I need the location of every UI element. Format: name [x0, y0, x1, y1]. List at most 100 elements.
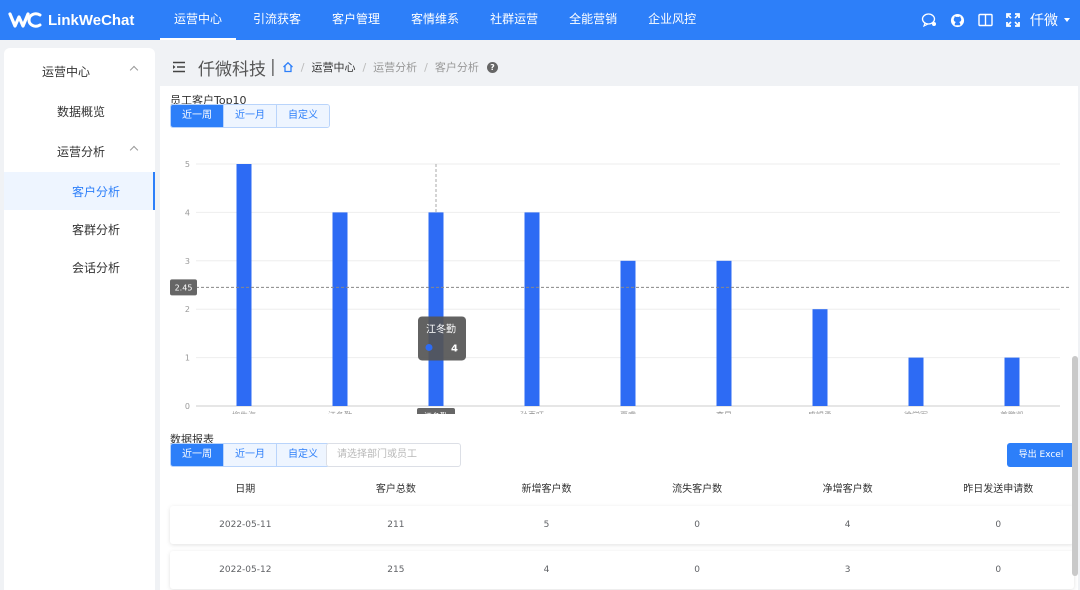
range-month-button[interactable]: 近一月 [224, 105, 277, 127]
breadcrumb-divider: / [362, 60, 367, 74]
y-tick-label: 4 [185, 208, 190, 217]
fullscreen-icon[interactable] [1000, 0, 1026, 40]
nav-item-customers[interactable]: 客户管理 [318, 0, 394, 40]
average-label: 2.45 [175, 283, 193, 292]
message-icon[interactable] [916, 0, 942, 40]
x-tick-label: 夏睿 [620, 411, 636, 414]
sidebar-item-label: 客群分析 [72, 222, 121, 237]
nav-item-marketing[interactable]: 全能营销 [555, 0, 631, 40]
main-content: 仟微科技 | / 运营中心 / 运营分析 / 客户分析 ? 员工客户Top10 … [160, 48, 1080, 590]
chevron-up-icon [129, 65, 139, 75]
table-cell: 0 [995, 520, 1002, 530]
chart-bar [428, 212, 444, 406]
top-right-tools: 仟微 [914, 0, 1080, 40]
sidebar-item-customer-analysis[interactable]: 客户分析 [4, 172, 155, 210]
sidebar-item-label: 客户分析 [72, 184, 121, 199]
column-header: 昨日发送申请数 [963, 484, 1034, 495]
table-cell: 0 [694, 520, 700, 530]
table-cell: 2022-05-12 [219, 565, 272, 575]
range-custom-button[interactable]: 自定义 [277, 105, 329, 127]
x-tick-label: 孙喜旺 [520, 410, 544, 414]
sidebar-item-label: 运营分析 [57, 144, 106, 159]
table-cell: 2022-05-11 [219, 520, 272, 530]
department-employee-select[interactable]: 请选择部门或员工 [326, 443, 461, 467]
company-name: 仟微科技 [198, 59, 266, 80]
tooltip-title: 江冬勤 [426, 322, 456, 335]
chart-bar [236, 164, 252, 406]
x-tick-label: 徐学军 [904, 410, 928, 414]
sidebar-item-label: 运营中心 [42, 64, 91, 79]
nav-item-community[interactable]: 社群运营 [476, 0, 552, 40]
main-nav: 运营中心 引流获客 客户管理 客情维系 社群运营 全能营销 企业风控 [160, 0, 713, 40]
nav-item-risk[interactable]: 企业风控 [634, 0, 710, 40]
chart-bar [524, 212, 540, 406]
breadcrumb-item[interactable]: 运营中心 [311, 59, 355, 75]
table-row[interactable]: 2022-05-11 211 5 0 4 0 [170, 506, 1074, 544]
y-tick-label: 3 [185, 257, 190, 266]
sidebar-item-analysis[interactable]: 运营分析 [4, 132, 155, 170]
breadcrumb-divider: / [424, 60, 428, 74]
column-header: 客户总数 [375, 484, 416, 495]
table-cell: 4 [543, 565, 550, 575]
nav-item-operations[interactable]: 运营中心 [160, 0, 237, 40]
range-month-button[interactable]: 近一月 [224, 444, 277, 466]
logo[interactable]: LinkWeChat [0, 11, 160, 29]
table-cell: 0 [694, 565, 700, 575]
breadcrumb-divider: / [300, 60, 305, 74]
y-tick-label: 2 [185, 305, 190, 314]
chevron-up-icon [129, 145, 139, 155]
chart-bar [716, 260, 732, 406]
top10-bar-chart: 012345柳生海江冬勤孙喜旺夏睿李昂盛锡勇徐学军姜鹏凯江冬勤2.45江冬勤4 [170, 160, 1070, 414]
table-header: 日期 客户总数 新增客户数 流失客户数 净增客户数 昨日发送申请数 [170, 476, 1074, 504]
sidebar-item-group-analysis[interactable]: 客群分析 [4, 210, 155, 248]
table-cell: 5 [543, 520, 550, 530]
x-tick-label: 李昂 [716, 410, 732, 414]
x-tick-label: 江冬勤 [328, 410, 352, 414]
column-header: 流失客户数 [672, 484, 723, 495]
book-icon[interactable] [972, 0, 998, 40]
sidebar-item-label: 会话分析 [72, 260, 121, 275]
tooltip-value: 4 [451, 343, 458, 354]
chart-bar [1004, 357, 1020, 406]
breadcrumb-item[interactable]: 运营分析 [373, 59, 417, 75]
y-tick-label: 0 [185, 402, 190, 411]
logo-icon [8, 11, 42, 29]
hover-axis-label: 江冬勤 [424, 411, 448, 414]
app-name: LinkWeChat [48, 11, 135, 29]
table-row[interactable]: 2022-05-12 215 4 0 3 0 [170, 551, 1074, 589]
top-nav: LinkWeChat 运营中心 引流获客 客户管理 客情维系 社群运营 全能营销… [0, 0, 1080, 40]
range-week-button[interactable]: 近一周 [171, 444, 224, 466]
chart-bar [812, 309, 828, 406]
export-excel-button[interactable]: 导出 Excel [1007, 443, 1075, 467]
menu-fold-icon[interactable] [172, 61, 186, 73]
y-tick-label: 5 [185, 160, 190, 169]
breadcrumb: 仟微科技 | / 运营中心 / 运营分析 / 客户分析 ? [160, 48, 1080, 86]
sidebar-item-session-analysis[interactable]: 会话分析 [4, 248, 155, 286]
x-tick-label: 柳生海 [232, 410, 256, 414]
help-icon[interactable]: ? [486, 61, 498, 73]
report-range-tabs: 近一周 近一月 自定义 [170, 443, 330, 467]
top10-range-tabs: 近一周 近一月 自定义 [170, 104, 330, 128]
sidebar-item-overview[interactable]: 数据概览 [4, 92, 155, 130]
range-week-button[interactable]: 近一周 [171, 105, 224, 127]
chevron-down-icon[interactable] [1064, 18, 1070, 22]
chart-bar [332, 212, 348, 406]
column-header: 日期 [235, 484, 256, 495]
range-custom-button[interactable]: 自定义 [277, 444, 329, 466]
title-separator: | [270, 57, 276, 77]
sidebar-item-operations[interactable]: 运营中心 [4, 52, 155, 90]
chart-bar [620, 260, 636, 406]
y-tick-label: 1 [185, 354, 190, 363]
breadcrumb-item: 客户分析 [434, 61, 479, 74]
table-cell: 4 [844, 520, 851, 530]
table-cell: 215 [387, 565, 405, 575]
home-icon[interactable] [282, 61, 294, 73]
tooltip-bg [418, 316, 466, 361]
user-name[interactable]: 仟微 [1030, 10, 1058, 30]
nav-item-acquisition[interactable]: 引流获客 [239, 0, 315, 40]
column-header: 净增客户数 [822, 484, 873, 495]
github-icon[interactable] [944, 0, 970, 40]
nav-item-relationship[interactable]: 客情维系 [397, 0, 473, 40]
vertical-scrollbar[interactable] [1072, 356, 1078, 576]
chart-bar [908, 357, 924, 406]
